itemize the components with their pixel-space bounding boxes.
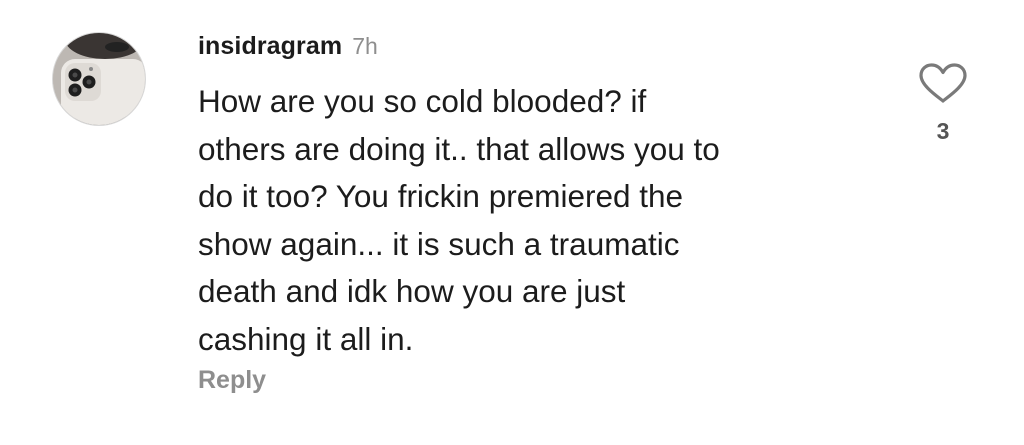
comment-line: How are you so cold blooded? if <box>198 83 647 119</box>
like-count: 3 <box>936 118 950 144</box>
comment-line: do it too? You frickin premiered the <box>198 178 684 214</box>
timestamp: 7h <box>352 33 378 59</box>
like-button[interactable] <box>918 62 968 104</box>
reply-button[interactable]: Reply <box>198 366 266 395</box>
username[interactable]: insidragram <box>198 32 342 61</box>
heart-outline-icon <box>919 63 967 103</box>
comment-header: insidragram 7h <box>198 32 378 66</box>
avatar[interactable] <box>52 32 146 126</box>
comment: insidragram 7h How are you so cold blood… <box>0 0 1024 445</box>
comment-line: others are doing it.. that allows you to <box>198 130 720 167</box>
comment-line: death and idk how you are just <box>198 273 626 309</box>
comment-line: show again... it is such a traumatic <box>198 225 680 262</box>
comment-text: How are you so cold blooded? if others a… <box>198 78 858 363</box>
avatar-image <box>53 33 145 125</box>
comment-line: cashing it all in. <box>198 320 414 357</box>
